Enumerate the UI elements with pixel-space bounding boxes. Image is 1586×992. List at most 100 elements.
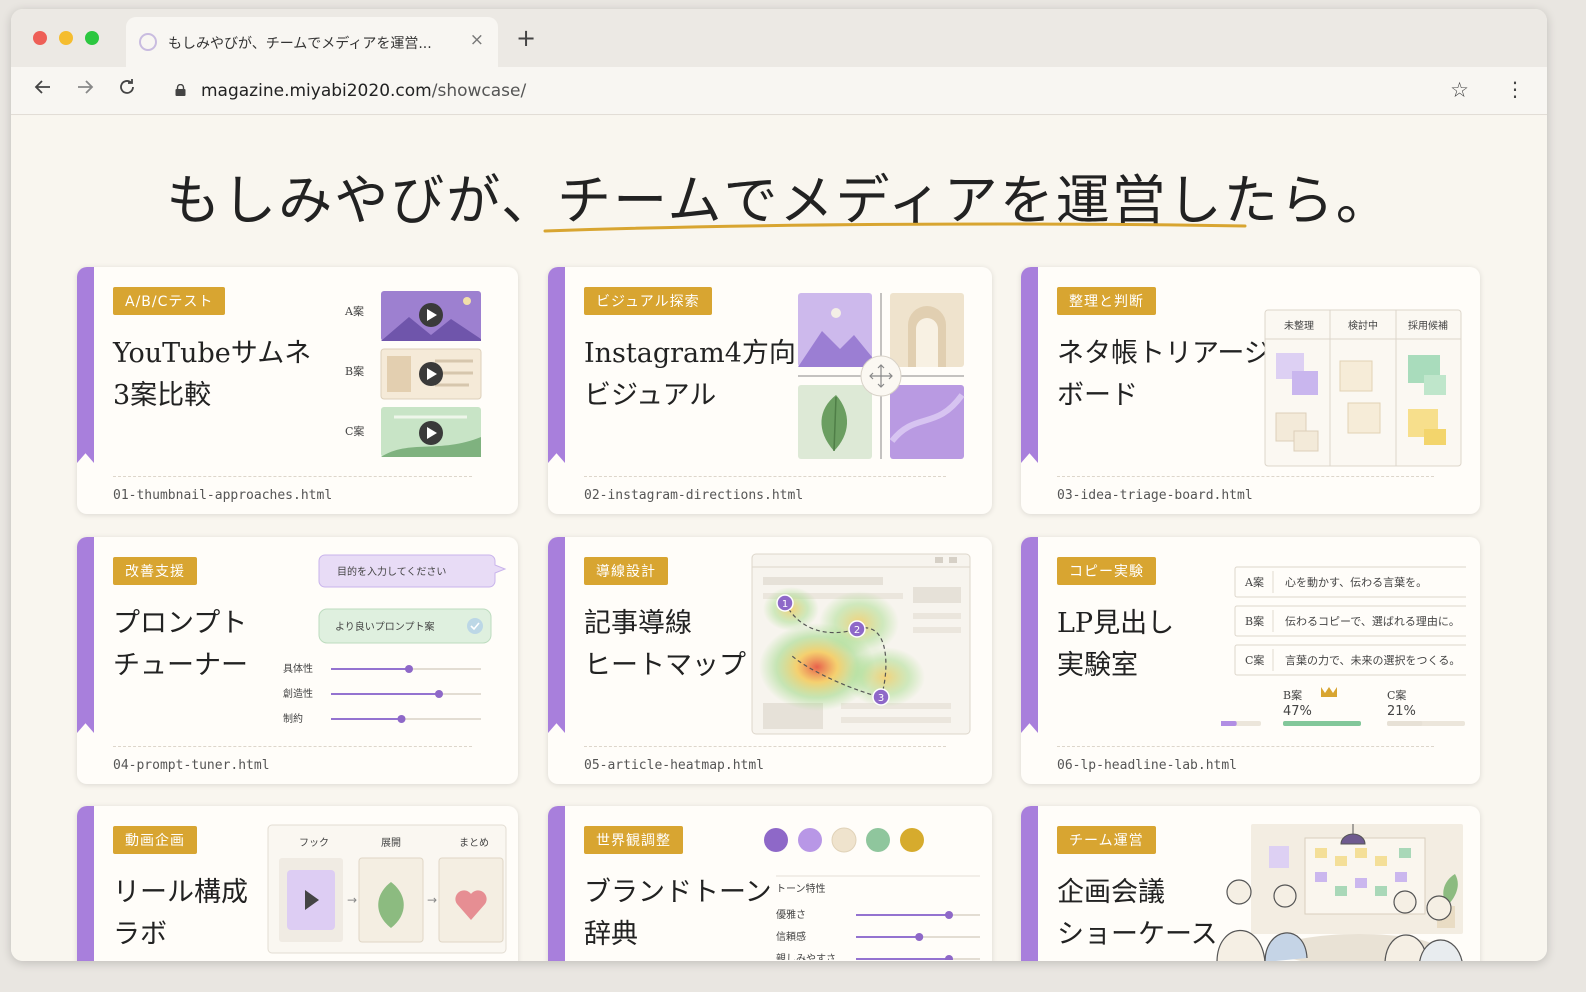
svg-text:2: 2 <box>854 625 860 636</box>
variant-copy: 伝わるコピーで、選ばれる理由に。 <box>1285 614 1460 628</box>
card-divider <box>113 476 472 477</box>
lock-icon <box>175 84 186 96</box>
step-marker: 3 <box>872 688 890 706</box>
card-divider <box>1057 476 1434 477</box>
card-ribbon <box>1021 267 1038 463</box>
card-divider <box>1057 746 1434 747</box>
crown-icon <box>1321 687 1337 697</box>
svg-text:1: 1 <box>782 599 788 610</box>
card-badge: チーム運営 <box>1057 826 1156 854</box>
card-badge: 世界観調整 <box>584 826 683 854</box>
step-marker: 2 <box>848 620 866 638</box>
tab-title: もしみやびが、チームでメディアを運営... <box>168 36 432 52</box>
card-title: ネタ帳トリアージ ボード <box>1057 338 1271 411</box>
back-icon[interactable] <box>33 77 53 102</box>
variant-label: A案 <box>1244 575 1264 589</box>
heatmap-illustration: 1 2 3 <box>751 553 971 735</box>
card-title: プロンプト チューナー <box>113 608 248 681</box>
result-percent: 21% <box>1387 704 1416 719</box>
card-filename: 06-lp-headline-lab.html <box>1057 758 1238 773</box>
slider-label: 親しみやすさ <box>776 952 836 960</box>
result-percent: 47% <box>1283 704 1312 719</box>
card-filename: 04-prompt-tuner.html <box>113 758 270 773</box>
card-filename: 05-article-heatmap.html <box>584 758 765 773</box>
url-text: magazine.miyabi2020.com/showcase/ <box>201 81 527 101</box>
card-reel-structure-lab[interactable]: 動画企画 リール構成 ラボ フック 展開 まとめ → → <box>77 806 518 961</box>
result-bar-fill <box>1387 721 1423 726</box>
card-badge: コピー実験 <box>1057 557 1156 585</box>
reel-step-label: まとめ <box>459 837 489 849</box>
slider-label: 制約 <box>283 712 303 725</box>
card-divider <box>584 746 946 747</box>
prompt-tuner-illustration: 目的を入力してください より良いプロンプト案 具体性 創造性 制約 <box>283 554 507 725</box>
headline-lab-illustration: A案 心を動かす、伝わる言葉を。 B案 伝わるコピーで、選ばれる理由に。 C案 … <box>1221 566 1466 726</box>
card-filename: 03-idea-triage-board.html <box>1057 488 1253 503</box>
card-article-heatmap[interactable]: 導線設計 記事導線 ヒートマップ 1 2 3 05-article-heatma… <box>548 537 992 784</box>
card-planning-meeting-showcase[interactable]: チーム運営 企画会議 ショーケース <box>1021 806 1480 961</box>
card-ribbon <box>1021 806 1038 961</box>
tab-bar: もしみやびが、チームでメディアを運営... × + <box>11 9 1547 67</box>
card-ribbon <box>77 806 94 961</box>
slider-handle <box>915 933 924 941</box>
browser-window: もしみやびが、チームでメディアを運営... × + magazine.miyab… <box>11 9 1547 961</box>
meeting-illustration <box>1216 824 1463 961</box>
close-window-button[interactable] <box>33 31 47 45</box>
card-ribbon <box>548 806 565 961</box>
brand-tone-illustration: トーン特性 優雅さ 信頼感 親しみやすさ <box>764 827 980 960</box>
card-brand-tone-dictionary[interactable]: 世界観調整 ブランドトーン 辞典 トーン特性 優雅さ 信頼感 親しみやすさ <box>548 806 992 961</box>
card-idea-triage-board[interactable]: 整理と判断 ネタ帳トリアージ ボード 未整理 検討中 採用候補 03-idea-… <box>1021 267 1480 514</box>
variant-label: B案 <box>345 364 364 378</box>
card-thumbnail-approaches[interactable]: A/B/Cテスト YouTubeサムネ 3案比較 A案 B案 C案 01-thu… <box>77 267 518 514</box>
slider-handle <box>397 715 406 723</box>
star-icon[interactable]: ☆ <box>1450 78 1469 102</box>
step-marker: 1 <box>776 594 794 612</box>
board-column-label: 採用候補 <box>1408 319 1448 332</box>
palette-swatch <box>866 828 890 852</box>
tone-heading: トーン特性 <box>776 882 826 895</box>
card-filename: 02-instagram-directions.html <box>584 488 804 503</box>
card-ribbon <box>548 267 565 463</box>
svg-text:→: → <box>347 893 357 907</box>
suggestion-label: より良いプロンプト案 <box>335 620 435 633</box>
card-title: Instagram4方向 ビジュアル <box>584 338 796 411</box>
minimize-window-button[interactable] <box>59 31 73 45</box>
card-ribbon <box>1021 537 1038 733</box>
slider-handle <box>945 911 953 919</box>
reload-icon[interactable] <box>117 77 137 102</box>
slider-label: 創造性 <box>283 687 313 700</box>
card-badge: 動画企画 <box>113 826 197 854</box>
browser-tab[interactable]: もしみやびが、チームでメディアを運営... × <box>126 17 498 67</box>
card-title: 記事導線 ヒートマップ <box>584 608 746 681</box>
four-direction-illustration <box>798 293 965 459</box>
variant-label: C案 <box>1245 653 1264 667</box>
address-bar[interactable]: magazine.miyabi2020.com/showcase/ ☆ <box>161 73 1491 109</box>
palette-swatch <box>900 828 924 852</box>
menu-icon[interactable]: ⋮ <box>1505 77 1525 101</box>
slider-handle <box>405 665 413 673</box>
result-label: C案 <box>1387 688 1406 702</box>
card-instagram-directions[interactable]: ビジュアル探索 Instagram4方向 ビジュアル 02-instagram-… <box>548 267 992 514</box>
forward-icon[interactable] <box>75 77 95 102</box>
play-icon <box>419 421 443 445</box>
slider-label: 具体性 <box>283 662 313 675</box>
card-filename: 01-thumbnail-approaches.html <box>113 488 333 503</box>
card-title: リール構成 ラボ <box>113 877 248 950</box>
new-tab-button[interactable]: + <box>516 26 536 50</box>
reel-structure-illustration: フック 展開 まとめ → → <box>267 824 507 954</box>
card-lp-headline-lab[interactable]: コピー実験 LP見出し 実験室 A案 心を動かす、伝わる言葉を。 B案 伝わるコ… <box>1021 537 1480 784</box>
palette-swatch <box>831 827 857 853</box>
svg-text:→: → <box>427 893 437 907</box>
svg-text:3: 3 <box>878 693 884 704</box>
board-column-label: 未整理 <box>1284 319 1314 332</box>
slider-label: 信頼感 <box>776 930 806 943</box>
favicon-icon <box>139 33 157 51</box>
card-ribbon <box>77 267 94 463</box>
card-badge: ビジュアル探索 <box>584 287 712 315</box>
prompt-input-placeholder: 目的を入力してください <box>337 565 446 578</box>
card-divider <box>584 476 946 477</box>
variant-label: A案 <box>344 304 364 318</box>
maximize-window-button[interactable] <box>85 31 99 45</box>
tab-close-button[interactable]: × <box>470 30 484 50</box>
card-prompt-tuner[interactable]: 改善支援 プロンプト チューナー 目的を入力してください より良いプロンプト案 … <box>77 537 518 784</box>
variant-copy: 心を動かす、伝わる言葉を。 <box>1285 575 1427 589</box>
